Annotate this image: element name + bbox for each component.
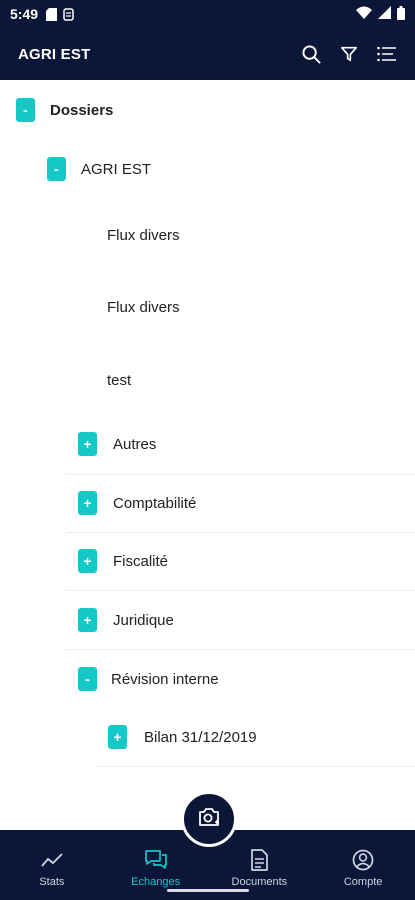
gesture-bar	[167, 889, 249, 892]
camera-plus-icon	[197, 806, 221, 833]
account-icon	[351, 848, 375, 872]
tree-node-client[interactable]: - AGRI EST	[0, 157, 415, 181]
folder-label: Révision interne	[111, 670, 219, 688]
row-divider	[66, 474, 415, 475]
filter-icon[interactable]	[339, 44, 359, 64]
tree-folder-fiscalite[interactable]: + Fiscalité	[0, 549, 415, 573]
tree-file-item[interactable]: test	[0, 369, 415, 391]
tree-node-dossiers[interactable]: - Dossiers	[0, 98, 415, 122]
tree-folder-revision-interne[interactable]: - Révision interne	[0, 667, 415, 691]
nav-tab-compte[interactable]: Compte	[311, 830, 415, 900]
folder-label: Comptabilité	[113, 494, 197, 512]
tree-node-label: AGRI EST	[81, 160, 152, 178]
notification-icon	[63, 7, 74, 21]
expand-toggle[interactable]: +	[78, 608, 97, 632]
folder-label: Autres	[113, 435, 157, 453]
row-divider	[66, 532, 415, 533]
nav-label: Compte	[343, 876, 383, 888]
tree-folder-autres[interactable]: + Autres	[0, 432, 415, 456]
list-sort-icon[interactable]	[377, 44, 397, 64]
nav-label: Stats	[39, 876, 65, 888]
tree-folder-bilan[interactable]: + Bilan 31/12/2019	[0, 725, 415, 749]
status-time: 5:49	[10, 6, 39, 22]
collapse-toggle[interactable]: -	[16, 98, 35, 122]
expand-toggle[interactable]: +	[78, 432, 97, 456]
tree-node-label: Dossiers	[50, 101, 114, 119]
nav-tab-stats[interactable]: Stats	[0, 830, 104, 900]
camera-upload-button[interactable]	[181, 791, 237, 847]
file-label: Flux divers	[107, 226, 180, 244]
tree-folder-comptabilite[interactable]: + Comptabilité	[0, 491, 415, 515]
signal-icon	[378, 6, 391, 22]
tree-folder-juridique[interactable]: + Juridique	[0, 608, 415, 632]
app-bar: AGRI EST	[0, 28, 415, 80]
expand-toggle[interactable]: +	[78, 549, 97, 573]
document-icon	[247, 848, 271, 872]
expand-toggle[interactable]: +	[108, 725, 127, 749]
nav-label: Documents	[231, 876, 288, 888]
tree-file-item[interactable]: Flux divers	[0, 296, 415, 318]
chat-icon	[144, 848, 168, 872]
page-title: AGRI EST	[18, 45, 91, 63]
search-icon[interactable]	[301, 44, 321, 64]
folder-label: Juridique	[113, 611, 174, 629]
tree-file-item[interactable]: Flux divers	[0, 224, 415, 246]
wifi-icon	[356, 6, 372, 22]
folder-tree: - Dossiers - AGRI EST Flux divers Flux d…	[0, 80, 415, 830]
row-divider	[66, 649, 415, 650]
expand-toggle[interactable]: +	[78, 491, 97, 515]
row-divider	[66, 590, 415, 591]
nav-label: Echanges	[131, 876, 181, 888]
stats-icon	[40, 848, 64, 872]
battery-icon	[397, 5, 405, 23]
collapse-toggle[interactable]: -	[47, 157, 66, 181]
file-label: test	[107, 371, 132, 389]
sd-card-icon	[46, 7, 58, 21]
row-divider	[96, 766, 415, 767]
folder-label: Fiscalité	[113, 552, 169, 570]
status-bar: 5:49	[0, 0, 415, 28]
file-label: Flux divers	[107, 298, 180, 316]
collapse-toggle[interactable]: -	[78, 667, 97, 691]
folder-label: Bilan 31/12/2019	[144, 728, 257, 746]
